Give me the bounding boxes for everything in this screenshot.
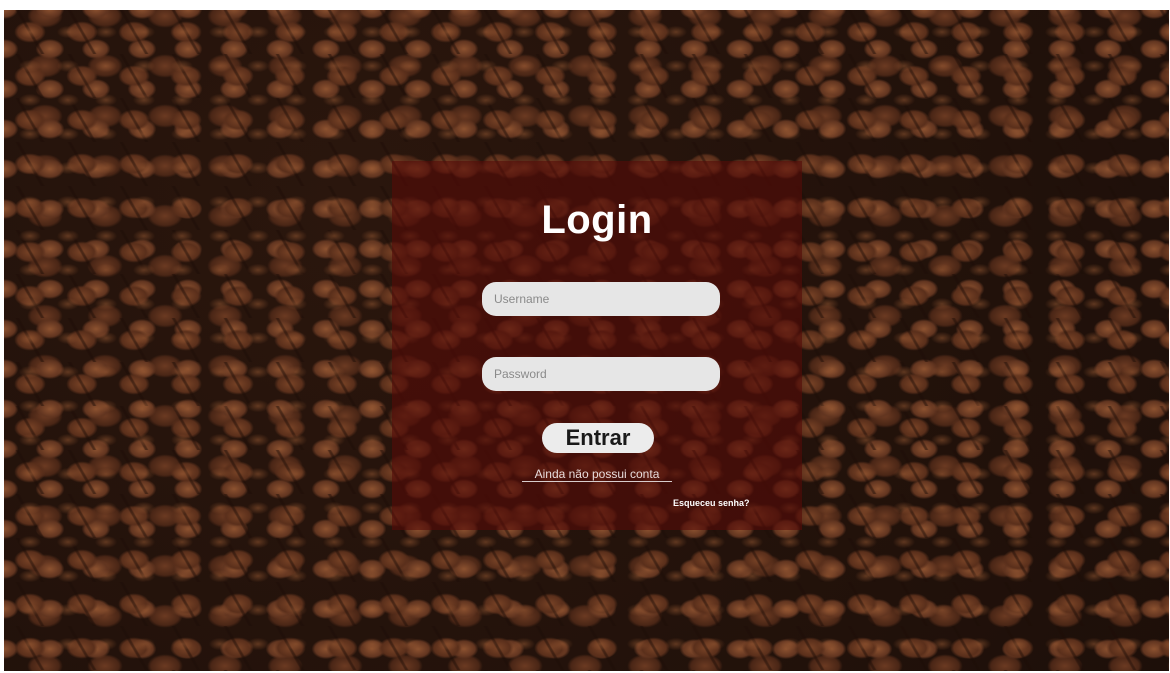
register-link[interactable]: Ainda não possui conta — [522, 467, 672, 482]
login-submit-button[interactable]: Entrar — [542, 423, 654, 453]
forgot-password-link[interactable]: Esqueceu senha? — [673, 498, 750, 509]
coffee-beans-background: Login Entrar Ainda não possui conta Esqu… — [4, 10, 1169, 671]
login-panel: Login Entrar Ainda não possui conta Esqu… — [392, 161, 802, 530]
password-input[interactable] — [482, 357, 720, 391]
login-title: Login — [541, 198, 653, 242]
username-input[interactable] — [482, 282, 720, 316]
